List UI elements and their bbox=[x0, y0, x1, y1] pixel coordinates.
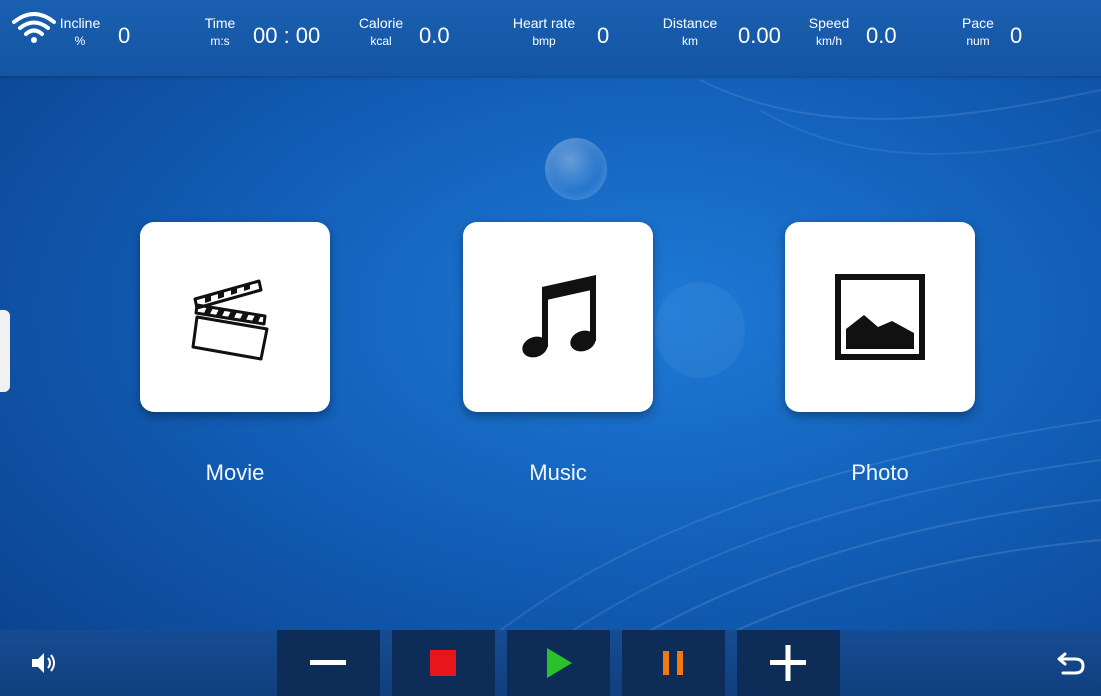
minus-icon bbox=[310, 660, 346, 665]
stat-speed-unit: km/h bbox=[815, 34, 842, 48]
stat-distance-value: 0.00 bbox=[738, 23, 781, 48]
music-tile-label: Music bbox=[529, 460, 587, 485]
stat-pace-unit: num bbox=[966, 34, 990, 48]
stop-icon bbox=[430, 650, 456, 676]
photo-tile-label: Photo bbox=[851, 460, 909, 485]
stat-pace-value: 0 bbox=[1010, 23, 1023, 48]
volume-icon[interactable] bbox=[30, 650, 58, 676]
stat-distance-label: Distance bbox=[662, 15, 718, 31]
stat-calorie-value: 0.0 bbox=[419, 23, 450, 48]
control-bar bbox=[0, 630, 1101, 696]
back-icon[interactable] bbox=[1055, 648, 1087, 678]
stat-time-value: 00 : 00 bbox=[253, 23, 321, 48]
plus-icon bbox=[770, 645, 806, 681]
pause-button[interactable] bbox=[622, 630, 725, 696]
music-tile-button[interactable] bbox=[463, 222, 653, 412]
movie-tile-label: Movie bbox=[205, 460, 265, 485]
stat-speed-value: 0.0 bbox=[866, 23, 897, 48]
stat-time-unit: m:s bbox=[210, 34, 230, 48]
stat-pace-label: Pace bbox=[962, 15, 994, 31]
stat-incline-label: Incline bbox=[59, 15, 101, 31]
music-note-icon bbox=[522, 275, 596, 358]
image-icon bbox=[835, 274, 925, 360]
stat-distance-unit: km bbox=[682, 34, 698, 48]
decorative-bubble bbox=[545, 138, 607, 200]
photo-tile-button[interactable] bbox=[785, 222, 975, 412]
play-icon bbox=[547, 648, 572, 678]
play-button[interactable] bbox=[507, 630, 610, 696]
decrease-button[interactable] bbox=[277, 630, 380, 696]
stats-bar: Incline % 0 Time m:s 00 : 00 Calorie kca… bbox=[0, 0, 1101, 76]
stat-heart-rate-value: 0 bbox=[597, 23, 610, 48]
pause-icon bbox=[663, 651, 683, 675]
stat-time-label: Time bbox=[204, 15, 236, 31]
side-drawer-handle[interactable] bbox=[0, 310, 10, 392]
stop-button[interactable] bbox=[392, 630, 495, 696]
increase-button[interactable] bbox=[737, 630, 840, 696]
stat-heart-rate-label: Heart rate bbox=[512, 15, 576, 31]
stat-speed-label: Speed bbox=[808, 15, 850, 31]
stat-incline-unit: % bbox=[74, 34, 86, 48]
stat-heart-rate-unit: bmp bbox=[532, 34, 556, 48]
stat-calorie-label: Calorie bbox=[358, 15, 404, 31]
stat-incline-value: 0 bbox=[118, 23, 131, 48]
clapperboard-icon bbox=[191, 279, 269, 361]
wifi-icon bbox=[12, 12, 56, 43]
movie-tile-button[interactable] bbox=[140, 222, 330, 412]
stat-calorie-unit: kcal bbox=[370, 34, 392, 48]
